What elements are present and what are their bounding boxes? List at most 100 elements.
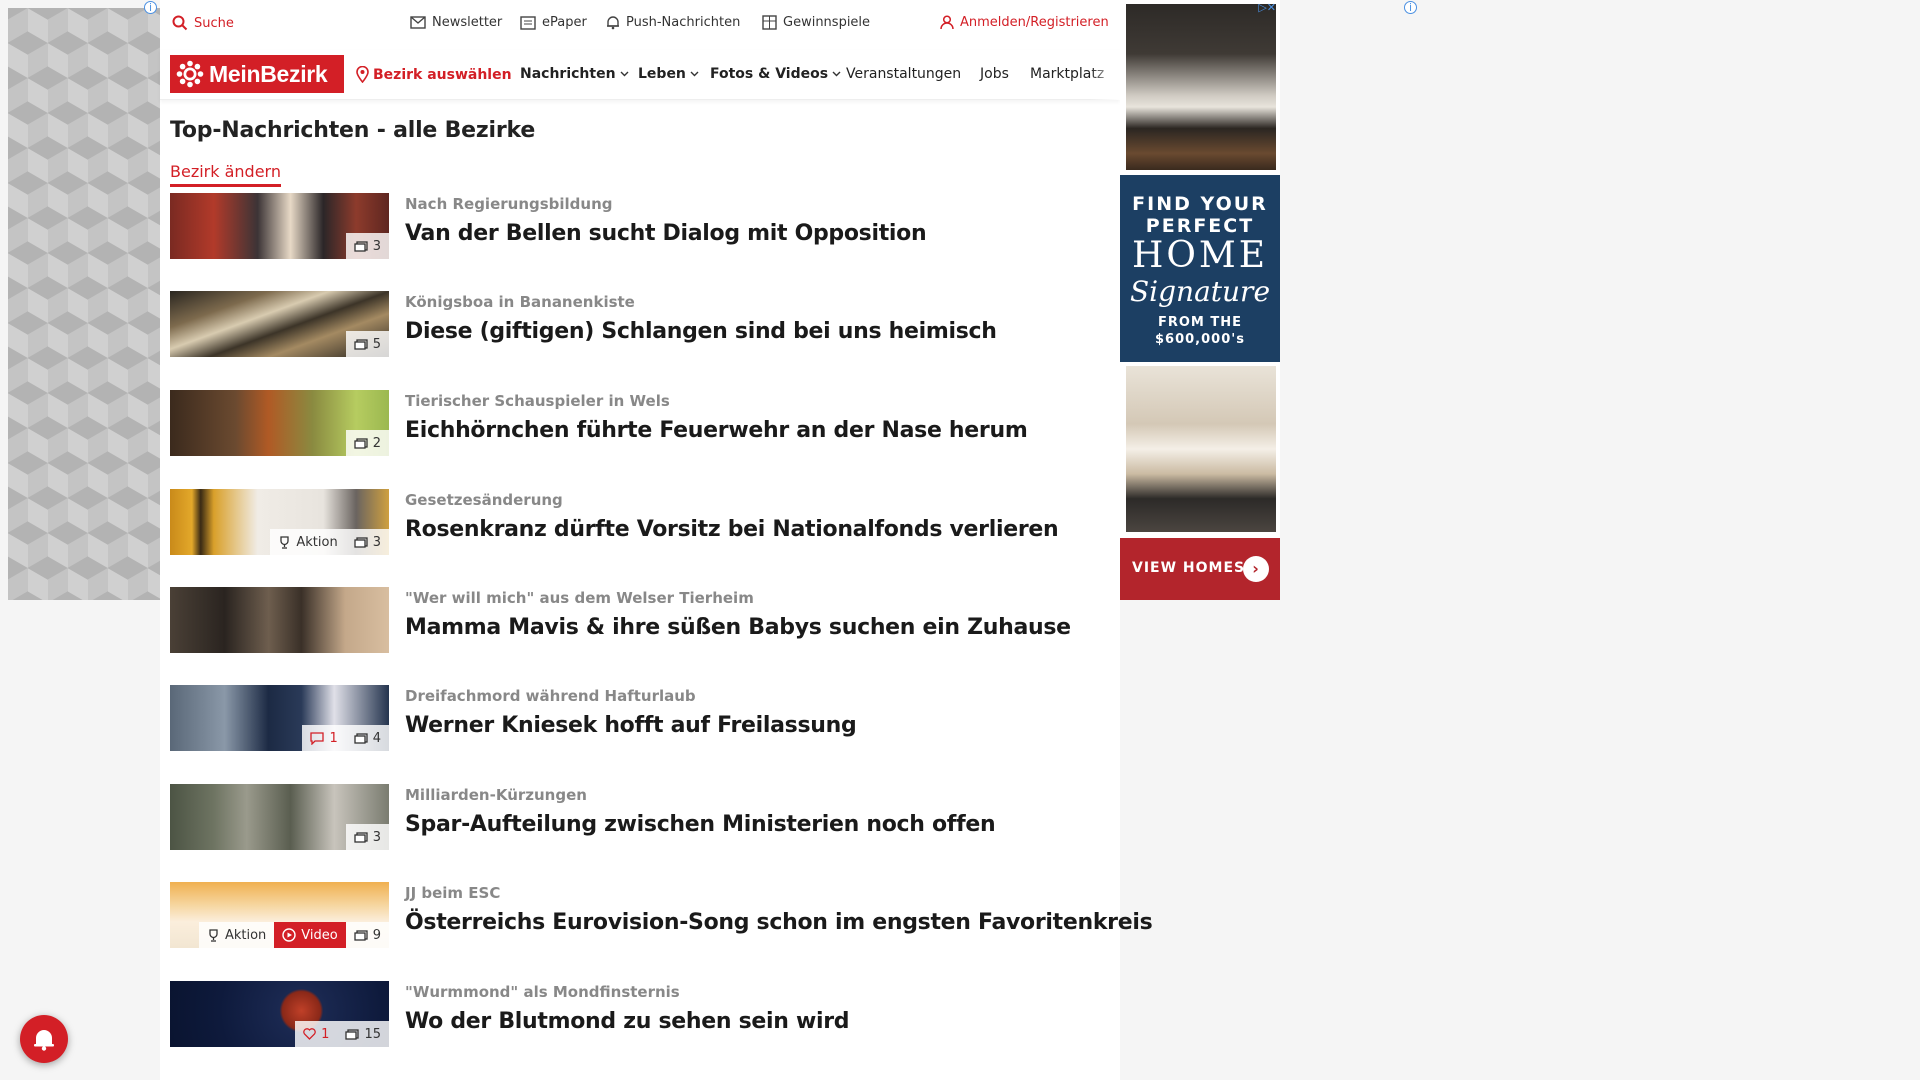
photo-count-badge: 4 [345,725,389,751]
article-image [170,587,389,653]
action-label: Aktion [296,534,338,550]
article-item[interactable]: "Wer will mich" aus dem Welser Tierheim … [170,587,1110,655]
location-pin-icon [356,66,369,83]
push-notifications-link[interactable]: Push-Nachrichten [606,15,740,30]
action-badge: Aktion [270,529,346,555]
gallery-icon [354,437,368,449]
comment-count-badge: 1 [302,725,346,751]
article-thumbnail[interactable]: Aktion Video 9 [170,882,389,948]
gallery-icon [354,338,368,350]
nav-media[interactable]: Fotos & Videos [710,66,841,82]
article-thumbnail[interactable]: 5 [170,291,389,357]
photo-count-badge: 3 [345,529,389,555]
comment-count: 1 [329,730,338,746]
user-icon [940,15,954,30]
nav-news-label: Nachrichten [520,66,616,82]
ad-line-1: FIND YOUR [1132,193,1268,215]
video-label: Video [301,927,338,943]
like-count-badge: 1 [295,1021,338,1047]
article-headline[interactable]: Diese (giftigen) Schlangen sind bei uns … [405,319,997,344]
ad-line-3: HOME [1131,235,1269,276]
video-badge: Video [274,922,346,948]
search-label: Suche [194,15,234,31]
push-label: Push-Nachrichten [626,15,741,30]
newspaper-icon [520,15,536,30]
article-item[interactable]: 3 Nach Regierungsbildung Van der Bellen … [170,193,1110,261]
trophy-icon [280,535,290,549]
ad-livingroom-image [1126,366,1276,532]
article-thumbnail[interactable]: 3 [170,784,389,850]
article-headline[interactable]: Wo der Blutmond zu sehen sein wird [405,1009,850,1034]
newsletter-link[interactable]: Newsletter [410,15,502,30]
ad-line-5: FROM THE [1157,315,1243,330]
ad-choices-icon[interactable]: ▷✕ [1258,1,1276,14]
search-button[interactable]: Suche [172,15,234,31]
nav-jobs[interactable]: Jobs [980,66,1009,82]
article-thumbnail[interactable]: 1 15 [170,981,389,1047]
ad-cta-button[interactable]: VIEW HOMES › [1120,538,1280,600]
left-ad-banner[interactable] [8,8,160,600]
nav-life-label: Leben [638,66,686,82]
gallery-icon [354,240,368,252]
article-thumbnail[interactable] [170,587,389,653]
nav-life[interactable]: Leben [638,66,699,82]
nav-events-label: Veranstaltungen [846,66,962,82]
action-badge: Aktion [198,922,275,948]
article-item[interactable]: Aktion 3 Gesetzesänderung Rosenkranz dür… [170,489,1110,557]
photo-count: 3 [372,829,381,845]
right-ad-banner[interactable]: ▷✕ FIND YOUR PERFECT HOME Signature FROM… [1120,0,1280,600]
article-item[interactable]: Aktion Video 9 JJ beim ESC Österreichs E… [170,882,1153,950]
article-kicker: "Wurmmond" als Mondfinsternis [405,983,680,1001]
mail-icon [410,16,426,29]
region-selector[interactable]: Bezirk auswählen [356,66,512,83]
ad-line-2: PERFECT [1145,215,1255,237]
article-kicker: Gesetzesänderung [405,491,563,509]
like-count: 1 [321,1026,330,1042]
article-kicker: Königsboa in Bananenkiste [405,293,635,311]
article-item[interactable]: 2 Tierischer Schauspieler in Wels Eichhö… [170,390,1110,458]
epaper-link[interactable]: ePaper [520,15,587,30]
play-icon [282,928,296,942]
article-kicker: Nach Regierungsbildung [405,195,613,213]
article-kicker: "Wer will mich" aus dem Welser Tierheim [405,589,754,607]
chevron-down-icon [620,71,629,77]
action-label: Aktion [224,927,267,943]
article-headline[interactable]: Mamma Mavis & ihre süßen Babys suchen ei… [405,615,1071,640]
photo-count: 15 [364,1026,381,1042]
article-item[interactable]: 1 4 Dreifachmord während Hafturlaub Wern… [170,685,1110,753]
article-item[interactable]: 5 Königsboa in Bananenkiste Diese (gifti… [170,291,1110,359]
article-thumbnail[interactable]: 3 [170,193,389,259]
change-district-link[interactable]: Bezirk ändern [170,162,281,187]
gallery-icon [345,1028,360,1040]
nav-jobs-label: Jobs [980,66,1009,82]
article-thumbnail[interactable]: 1 4 [170,685,389,751]
article-headline[interactable]: Werner Kniesek hofft auf Freilassung [405,713,857,738]
ad-info-icon[interactable]: i [1404,1,1417,14]
ad-line-6: $600,000's [1155,332,1245,347]
article-item[interactable]: 1 15 "Wurmmond" als Mondfinsternis Wo de… [170,981,1110,1049]
comment-icon [310,731,325,745]
article-headline[interactable]: Van der Bellen sucht Dialog mit Oppositi… [405,221,927,246]
nav-events[interactable]: Veranstaltungen [846,66,961,82]
ad-message-panel[interactable]: FIND YOUR PERFECT HOME Signature FROM TH… [1120,175,1280,362]
photo-count: 3 [372,238,381,254]
arrow-right-icon: › [1243,556,1269,582]
article-kicker: Dreifachmord während Hafturlaub [405,687,696,705]
article-item[interactable]: 3 Milliarden-Kürzungen Spar-Aufteilung z… [170,784,1110,852]
notification-bell-button[interactable] [20,1015,68,1063]
nav-media-label: Fotos & Videos [710,66,829,82]
nav-news[interactable]: Nachrichten [520,66,629,82]
ad-cta-label: VIEW HOMES [1132,560,1246,576]
ad-info-icon[interactable]: i [144,1,157,14]
region-label: Bezirk auswählen [373,66,512,83]
article-headline[interactable]: Österreichs Eurovision-Song schon im eng… [405,910,1153,935]
article-headline[interactable]: Eichhörnchen führte Feuerwehr an der Nas… [405,418,1028,443]
article-headline[interactable]: Spar-Aufteilung zwischen Ministerien noc… [405,812,996,837]
bell-icon [34,1030,54,1051]
article-headline[interactable]: Rosenkranz dürfte Vorsitz bei Nationalfo… [405,517,1059,542]
logo[interactable]: MeinBezirk [170,55,344,93]
contests-link[interactable]: Gewinnspiele [762,15,870,30]
article-thumbnail[interactable]: Aktion 3 [170,489,389,555]
article-thumbnail[interactable]: 2 [170,390,389,456]
login-link[interactable]: Anmelden/Registrieren [940,15,1109,30]
